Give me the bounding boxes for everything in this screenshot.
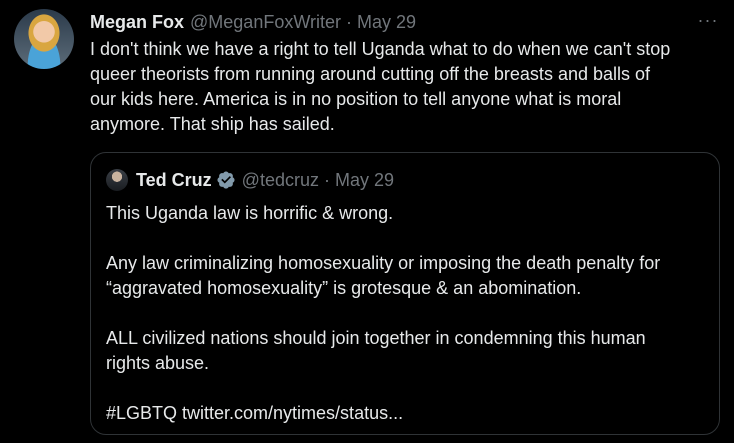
author-display-name[interactable]: Megan Fox <box>90 10 184 34</box>
tweet-text: I don't think we have a right to tell Ug… <box>90 37 722 137</box>
author-handle[interactable]: @MeganFoxWriter <box>190 10 341 34</box>
quoted-text-line: rights abuse. <box>106 353 210 373</box>
tweet-header: Megan Fox @MeganFoxWriter · May 29 <box>90 10 722 34</box>
quoted-text-line: ALL civilized nations should join togeth… <box>106 328 646 348</box>
quoted-author-handle: @tedcruz <box>241 169 319 190</box>
header-separator: · <box>346 12 352 32</box>
tweet-date[interactable]: May 29 <box>357 10 416 34</box>
quoted-tweet-header: Ted Cruz @tedcruz · May 29 <box>106 168 394 192</box>
quoted-author-avatar <box>106 169 128 191</box>
ellipsis-horizontal-icon[interactable]: ··· <box>696 10 720 34</box>
quoted-header-separator: · <box>323 169 330 190</box>
quoted-tweet-text: This Uganda law is horrific & wrong. Any… <box>106 201 706 426</box>
verified-badge-icon <box>217 171 235 189</box>
quoted-author-display-name: Ted Cruz <box>136 169 212 190</box>
quoted-tweet-date: May 29 <box>334 169 395 190</box>
quoted-text-line: This Uganda law is horrific & wrong. <box>106 203 394 223</box>
tweet-text-line: I don't think we have a right to tell Ug… <box>90 39 671 59</box>
tweet-content: Megan Fox @MeganFoxWriter · May 29 ··· I… <box>90 10 722 137</box>
tweet[interactable]: Megan Fox @MeganFoxWriter · May 29 ··· I… <box>0 0 734 443</box>
quoted-text-line: #LGBTQ twitter.com/nytimes/status... <box>106 403 404 423</box>
tweet-text-line: our kids here. America is in no position… <box>90 89 622 109</box>
quoted-text-line: Any law criminalizing homosexuality or i… <box>106 253 661 273</box>
quoted-text-line: “aggravated homosexuality” is grotesque … <box>106 278 582 298</box>
quoted-tweet-card[interactable]: Ted Cruz @tedcruz · May 29 This Uganda l… <box>90 152 720 435</box>
tweet-text-line: anymore. That ship has sailed. <box>90 114 335 134</box>
author-avatar[interactable] <box>14 9 74 69</box>
tweet-text-line: queer theorists from running around cutt… <box>90 64 651 84</box>
